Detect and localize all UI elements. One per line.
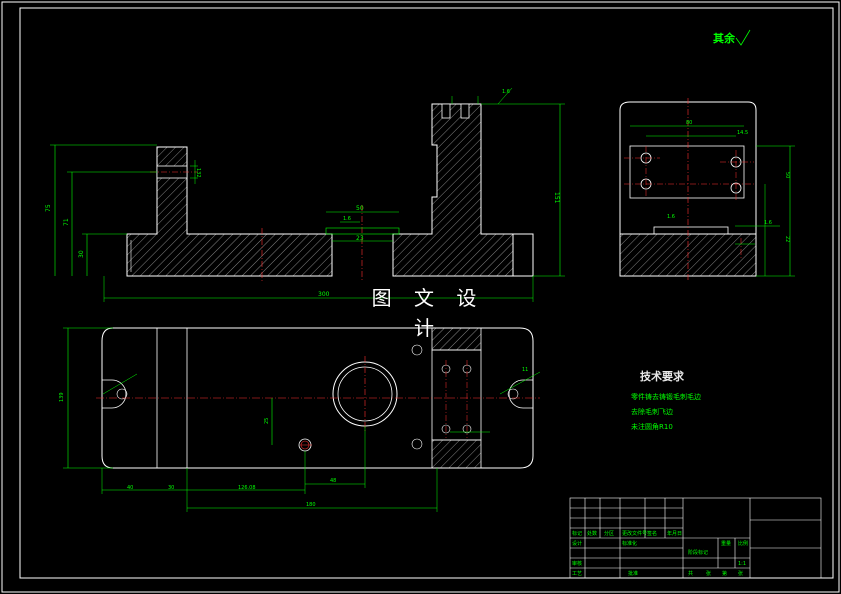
svg-text:阶段标记: 阶段标记	[688, 549, 708, 556]
svg-text:工艺: 工艺	[572, 571, 582, 577]
svg-text:分区: 分区	[604, 530, 614, 537]
watermark: 图 文 设 计	[371, 286, 485, 340]
svg-text:共: 共	[688, 570, 693, 577]
plan-hole-pos: 25	[264, 418, 270, 424]
svg-text:签名: 签名	[647, 530, 657, 537]
tech-requirement-item: 去除毛刺飞边	[631, 408, 673, 416]
tolerance-4: 1.6	[667, 214, 675, 220]
side-depth: 22	[784, 236, 790, 242]
dim-total-width: 300	[318, 291, 330, 298]
plan-width: 126.08	[238, 485, 256, 491]
plan-depth: 139	[59, 392, 65, 402]
dim-height-mid: 71	[63, 218, 70, 226]
dim-slot: 132	[195, 168, 201, 178]
svg-text:设计: 设计	[572, 540, 582, 547]
svg-text:处数: 处数	[587, 530, 597, 537]
plan-left-offset: 40	[127, 485, 133, 491]
dim-height-base: 30	[78, 250, 85, 258]
title-block-text: 标记 处数 分区 更改文件号 签名 年月日 设计 标准化 审核 工艺 批准 阶段…	[572, 530, 748, 577]
dim-gap-inner: 23	[356, 235, 364, 242]
tech-requirements-title: 技术要求	[640, 370, 684, 383]
front-view: 300 151 75 71 30 132 50 23 1.6 1.6	[45, 87, 565, 302]
side-half: 14.5	[737, 130, 748, 136]
svg-text:比例: 比例	[738, 540, 748, 547]
svg-text:审核: 审核	[572, 560, 582, 567]
svg-text:更改文件号: 更改文件号	[622, 530, 647, 537]
surface-roughness-note: 其余	[713, 32, 735, 45]
title-block	[569, 497, 822, 579]
dim-gap-width: 50	[356, 205, 364, 212]
tech-requirement-item: 零件铸去铸锻毛刺毛边	[631, 393, 701, 401]
plan-notch: 11	[522, 367, 528, 373]
tolerance-3: 1.6	[764, 220, 772, 226]
dim-height-left: 75	[45, 204, 52, 212]
side-view: 80 14.5 50 22 1.6 1.6	[619, 98, 795, 282]
svg-text:张: 张	[706, 570, 711, 577]
svg-text:标准化: 标准化	[622, 540, 637, 547]
plan-left-gap: 30	[168, 485, 174, 491]
svg-text:第: 第	[722, 570, 727, 577]
svg-text:张: 张	[738, 570, 743, 577]
tolerance-2: 1.6	[502, 89, 510, 95]
dim-height-total: 151	[553, 192, 560, 204]
tolerance-1: 1.6	[343, 216, 351, 222]
plan-bottom-span: 180	[306, 502, 316, 508]
svg-text:重量: 重量	[721, 540, 731, 547]
svg-text:1:1: 1:1	[738, 561, 746, 567]
plan-view: 139 25 40 30 126.08 48 180 11	[59, 327, 541, 512]
svg-text:年月日: 年月日	[667, 530, 682, 537]
side-height: 50	[784, 172, 790, 178]
tech-requirement-item: 未注圆角R10	[631, 423, 673, 431]
svg-text:标记: 标记	[572, 530, 582, 537]
side-width: 80	[686, 120, 692, 126]
roughness-symbol-icon	[735, 29, 751, 46]
plan-hole-offset: 48	[330, 478, 336, 484]
svg-text:批准: 批准	[628, 570, 638, 577]
